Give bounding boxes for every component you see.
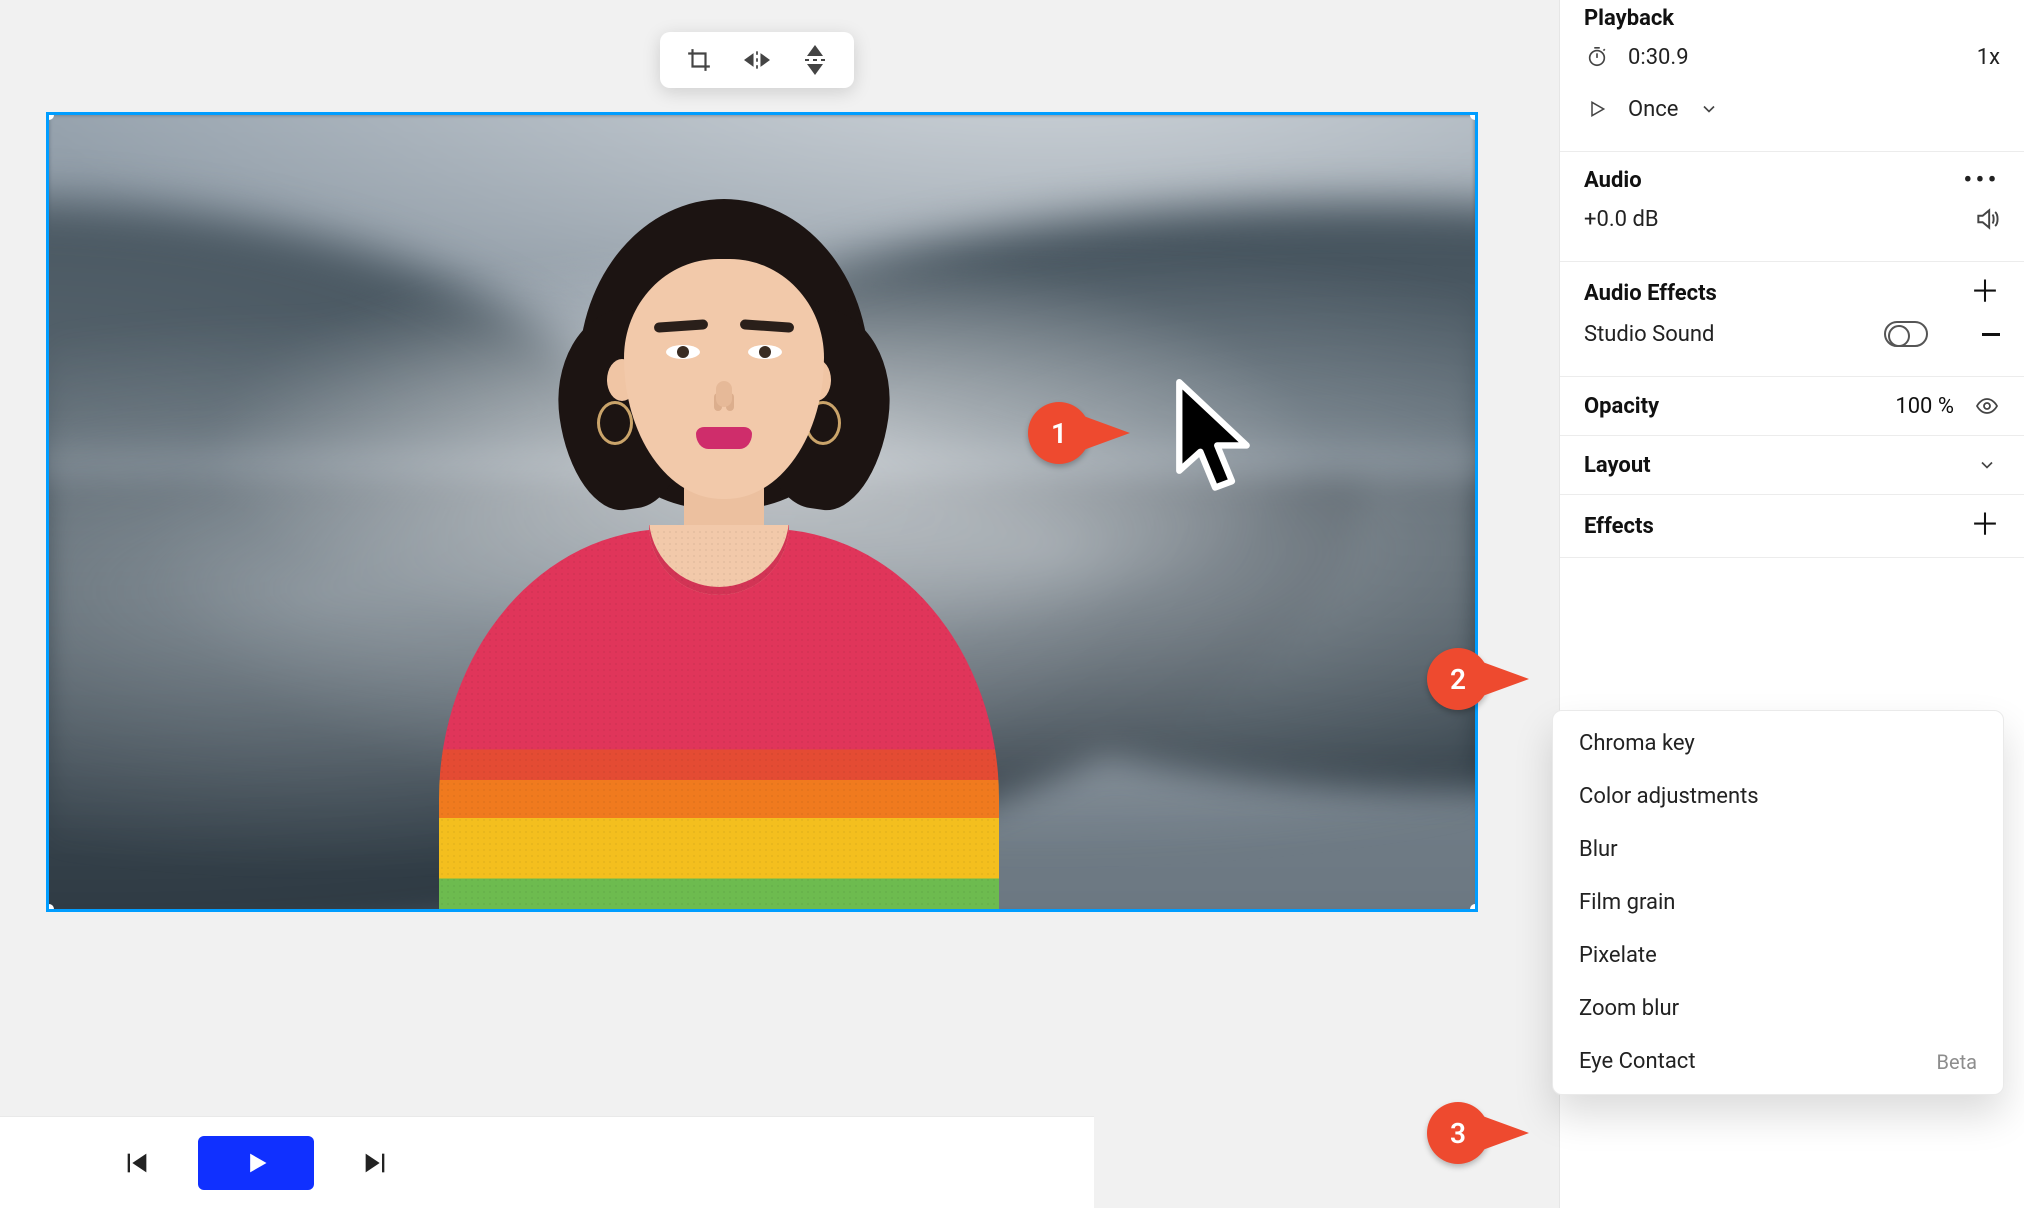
chevron-down-icon: [1696, 96, 1722, 122]
studio-sound-toggle[interactable]: [1884, 321, 1928, 347]
section-title: Layout: [1584, 453, 1651, 478]
playback-loop-row[interactable]: Once: [1584, 83, 2000, 135]
section-title: Opacity: [1584, 394, 1659, 419]
menu-label: Film grain: [1579, 890, 1675, 915]
audio-effect-label: Studio Sound: [1584, 322, 1714, 347]
menu-label: Zoom blur: [1579, 996, 1679, 1021]
effect-option-zoom-blur[interactable]: Zoom blur: [1553, 982, 2003, 1035]
opacity-value[interactable]: 100 %: [1895, 394, 1954, 419]
effects-section: Effects ＋: [1560, 495, 2024, 558]
next-frame-button[interactable]: [348, 1136, 402, 1190]
video-preview[interactable]: [46, 112, 1478, 912]
annotation-marker-1: 1: [1028, 402, 1130, 462]
resize-handle-top-right[interactable]: [1470, 112, 1478, 120]
audio-effects-section: Audio Effects ＋ Studio Sound: [1560, 262, 2024, 377]
crop-button[interactable]: [673, 39, 725, 81]
audio-gain-row[interactable]: +0.0 dB: [1584, 193, 2000, 245]
annotation-marker-3: 3: [1427, 1102, 1529, 1162]
effect-option-film-grain[interactable]: Film grain: [1553, 876, 2003, 929]
menu-label: Blur: [1579, 837, 1618, 862]
annotation-marker-2: 2: [1427, 648, 1529, 708]
flip-vertical-button[interactable]: [789, 39, 841, 81]
resize-handle-bottom-left[interactable]: [46, 904, 54, 912]
prev-frame-button[interactable]: [110, 1136, 164, 1190]
playback-section: Playback 0:30.9 1x Once: [1560, 0, 2024, 152]
menu-label: Color adjustments: [1579, 784, 1759, 809]
menu-label: Pixelate: [1579, 943, 1657, 968]
chevron-down-icon: [1974, 452, 2000, 478]
section-title: Playback: [1584, 6, 1674, 31]
play-outline-icon: [1584, 96, 1610, 122]
audio-section: Audio ••• +0.0 dB: [1560, 152, 2024, 262]
flip-vertical-icon: [802, 47, 828, 73]
play-button[interactable]: [198, 1136, 314, 1190]
menu-label: Eye Contact: [1579, 1049, 1696, 1074]
effect-option-color-adjustments[interactable]: Color adjustments: [1553, 770, 2003, 823]
section-title: Audio Effects: [1584, 281, 1717, 306]
section-title: Audio: [1584, 168, 1642, 193]
crop-flip-toolbar: [660, 32, 854, 88]
stopwatch-icon: [1584, 44, 1610, 70]
add-effect-button[interactable]: ＋: [1970, 511, 2000, 541]
eye-icon[interactable]: [1974, 393, 2000, 419]
more-icon[interactable]: •••: [1964, 168, 2000, 193]
speaker-icon[interactable]: [1974, 206, 2000, 232]
preview-subject: [439, 149, 999, 909]
effect-option-eye-contact[interactable]: Eye Contact Beta: [1553, 1035, 2003, 1088]
loop-mode-label: Once: [1628, 97, 1678, 122]
crop-icon: [686, 47, 712, 73]
canvas-area: 1: [0, 0, 1559, 1208]
opacity-section: Opacity 100 %: [1560, 377, 2024, 436]
remove-audio-effect-button[interactable]: [1982, 333, 2000, 336]
playback-speed[interactable]: 1x: [1977, 45, 2000, 70]
cursor-icon: [1170, 378, 1256, 500]
effect-option-blur[interactable]: Blur: [1553, 823, 2003, 876]
beta-badge: Beta: [1937, 1050, 1978, 1074]
flip-horizontal-icon: [744, 47, 770, 73]
playback-time: 0:30.9: [1628, 45, 1689, 70]
layout-section[interactable]: Layout: [1560, 436, 2024, 495]
audio-gain-value: +0.0 dB: [1584, 207, 1659, 232]
effect-option-chroma-key[interactable]: Chroma key: [1553, 717, 2003, 770]
effects-dropdown: Chroma key Color adjustments Blur Film g…: [1552, 710, 2004, 1095]
menu-label: Chroma key: [1579, 731, 1695, 756]
playback-time-row[interactable]: 0:30.9 1x: [1584, 31, 2000, 83]
add-audio-effect-button[interactable]: ＋: [1970, 278, 2000, 308]
flip-horizontal-button[interactable]: [731, 39, 783, 81]
effect-option-pixelate[interactable]: Pixelate: [1553, 929, 2003, 982]
section-title: Effects: [1584, 514, 1654, 539]
resize-handle-bottom-right[interactable]: [1470, 904, 1478, 912]
playback-bar: [0, 1116, 1094, 1208]
studio-sound-row: Studio Sound: [1584, 308, 2000, 360]
